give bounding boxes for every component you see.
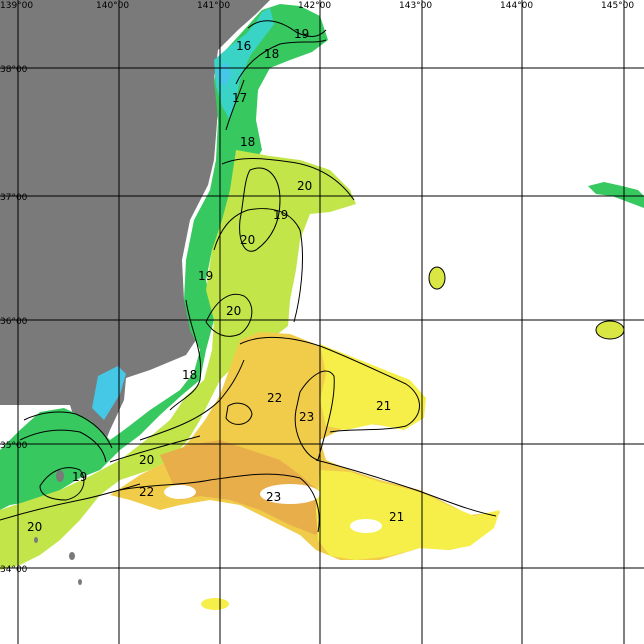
contour-label: 22 [267, 391, 282, 405]
longitude-label: 141°00 [197, 1, 230, 11]
warm-gap-2 [350, 519, 382, 533]
contour-label: 20 [139, 453, 154, 467]
contour-label: 18 [240, 135, 255, 149]
contour-label: 20 [297, 179, 312, 193]
contour-label: 19 [72, 470, 87, 484]
latitude-label: 36°00 [0, 317, 28, 327]
latitude-label: 34°00 [0, 565, 28, 575]
longitude-label: 143°00 [399, 1, 432, 11]
contour-label: 19 [273, 208, 288, 222]
longitude-labels: 139°00 140°00 141°00 142°00 143°00 144°0… [0, 1, 634, 11]
contour-label: 21 [389, 510, 404, 524]
contour-label: 20 [27, 520, 42, 534]
latitude-label: 35°00 [0, 441, 28, 451]
east-patch-top [588, 182, 644, 208]
contour-label: 18 [264, 47, 279, 61]
island-1 [56, 470, 64, 482]
contour-label: 21 [376, 399, 391, 413]
contour-label: 22 [139, 485, 154, 499]
contour-label: 17 [232, 91, 247, 105]
sea-surface-temperature-map: 139°00 140°00 141°00 142°00 143°00 144°0… [0, 0, 644, 644]
contour-label: 16 [236, 39, 251, 53]
longitude-label: 142°00 [298, 1, 331, 11]
warm-gap-3 [164, 485, 196, 499]
island-4 [34, 537, 38, 543]
latitude-label: 38°00 [0, 65, 28, 75]
contour-label: 23 [266, 490, 281, 504]
contour-label: 20 [240, 233, 255, 247]
island-3 [78, 579, 82, 585]
island-2 [69, 552, 75, 560]
contour-label: 19 [198, 269, 213, 283]
longitude-label: 145°00 [601, 1, 634, 11]
contour-label: 18 [182, 368, 197, 382]
south-patch [201, 598, 229, 610]
contour-label: 20 [226, 304, 241, 318]
patch-near-143 [428, 266, 446, 290]
east-patch-middle [595, 320, 625, 340]
longitude-label: 144°00 [500, 1, 533, 11]
longitude-label: 139°00 [0, 1, 33, 11]
contour-label: 23 [299, 410, 314, 424]
latitude-label: 37°00 [0, 193, 28, 203]
contour-label: 19 [294, 27, 309, 41]
longitude-label: 140°00 [96, 1, 129, 11]
